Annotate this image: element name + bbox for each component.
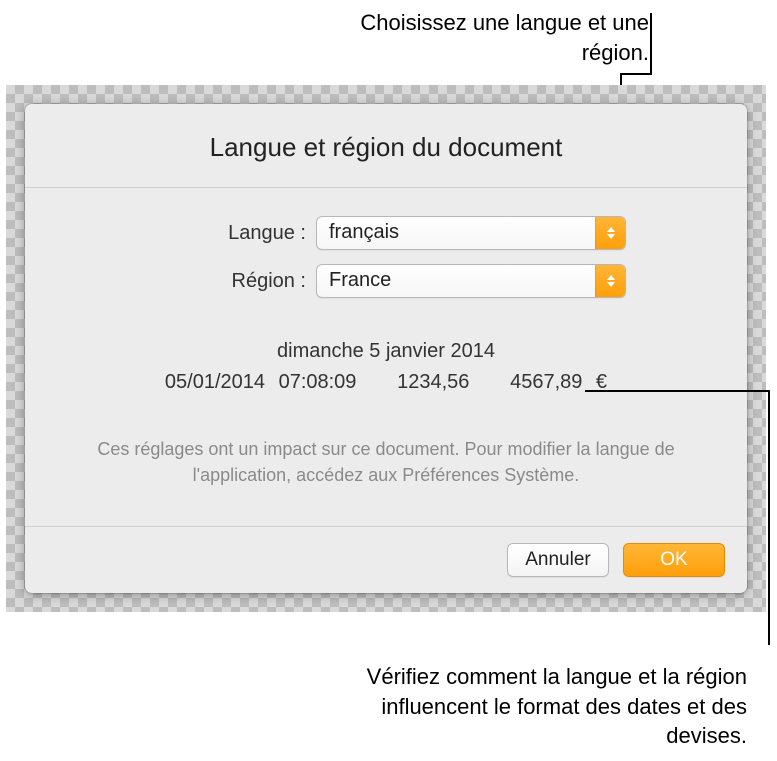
updown-icon (595, 217, 625, 249)
callout-top: Choisissez une langue et une région. (299, 8, 649, 67)
ok-button[interactable]: OK (623, 543, 725, 577)
callout-leader (650, 13, 652, 74)
updown-icon (595, 265, 625, 297)
language-dropdown[interactable]: français (316, 216, 626, 250)
callout-bottom: Vérifiez comment la langue et la région … (307, 662, 747, 751)
language-label: Langue : (146, 222, 306, 245)
preview-number: 1234,56 (397, 371, 469, 393)
dialog-footer: Annuler OK (25, 526, 747, 593)
preview-long-date: dimanche 5 janvier 2014 (45, 336, 727, 367)
callout-leader (768, 390, 770, 645)
language-row: Langue : français (45, 216, 727, 250)
region-row: Région : France (45, 264, 727, 298)
region-value: France (329, 269, 391, 291)
callout-leader (620, 73, 652, 75)
language-value: français (329, 221, 399, 243)
format-preview: dimanche 5 janvier 2014 05/01/2014 07:08… (45, 336, 727, 398)
dialog-body: Langue : français Région : France (25, 188, 747, 526)
callout-leader (585, 390, 770, 392)
cancel-button[interactable]: Annuler (507, 543, 609, 577)
hint-text: Ces réglages ont un impact sur ce docume… (45, 436, 727, 488)
dialog: Langue et région du document Langue : fr… (25, 104, 747, 593)
preview-short-datetime: 05/01/2014 07:08:09 (165, 371, 357, 393)
region-dropdown[interactable]: France (316, 264, 626, 298)
dialog-title: Langue et région du document (25, 104, 747, 188)
region-label: Région : (146, 270, 306, 293)
checkered-frame: Langue et région du document Langue : fr… (6, 85, 766, 612)
